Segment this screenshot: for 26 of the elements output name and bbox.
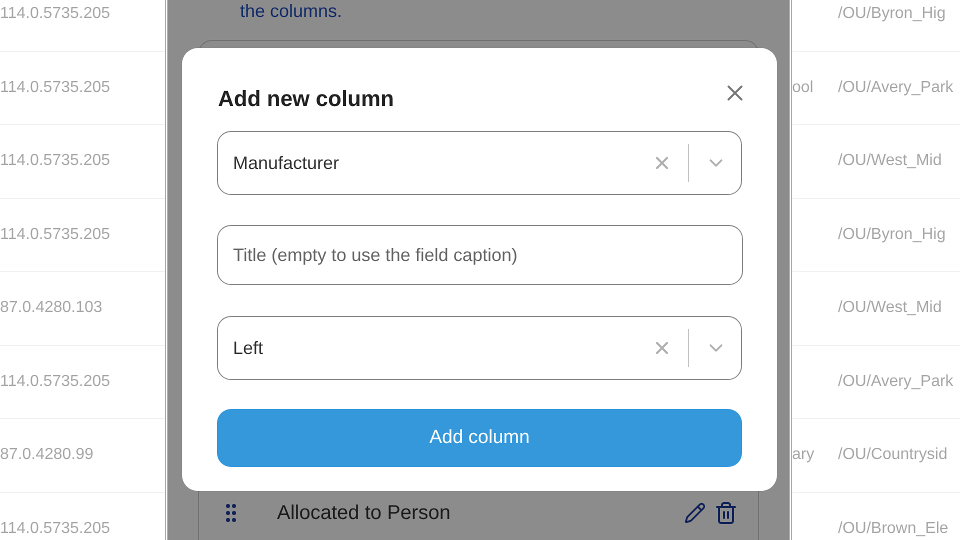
column-label: Allocated to Person (277, 501, 452, 526)
table-cell: ary (792, 446, 814, 464)
table-cell-text: 114.0.5735.205 (0, 4, 110, 24)
table-cell-text: /OU/Avery_Park (838, 78, 954, 98)
table-cell-text: 114.0.5735.205 (0, 151, 110, 172)
table-cell-text: /OU/West_Mid (838, 298, 942, 318)
dropdown-value: Manufacturer (233, 152, 340, 174)
table-cell-text: /OU/Avery_Park (838, 372, 954, 392)
delete-icon[interactable] (714, 501, 738, 525)
dropdown-value: Left (233, 336, 264, 360)
intro-text: the columns. (240, 0, 344, 22)
dialog-title: Add new column (218, 85, 394, 113)
table-cell-text: /OU/Byron_Hig (838, 4, 946, 24)
table-cell-text: 114.0.5735.205 (0, 372, 110, 392)
table-cell-text: 114.0.5735.205 (0, 224, 110, 245)
title-input-field[interactable]: Title (empty to use the field caption) (217, 225, 743, 285)
table-cell: ool (792, 78, 814, 96)
table-cell-text: 114.0.5735.205 (0, 518, 110, 539)
table-cell-text: 87.0.4280.103 (0, 298, 102, 318)
table-cell-text: /OU/Brown_Ele (838, 518, 948, 539)
table-cell-text: 114.0.5735.205 (0, 78, 110, 98)
table-cell-text: /OU/West_Mid (838, 151, 942, 172)
edit-icon[interactable] (684, 502, 706, 524)
table-cell-text: 87.0.4280.99 (0, 445, 94, 466)
table-cell-text: /OU/Byron_Hig (838, 224, 946, 245)
table-cell-text: /OU/Countrysid (838, 445, 948, 466)
